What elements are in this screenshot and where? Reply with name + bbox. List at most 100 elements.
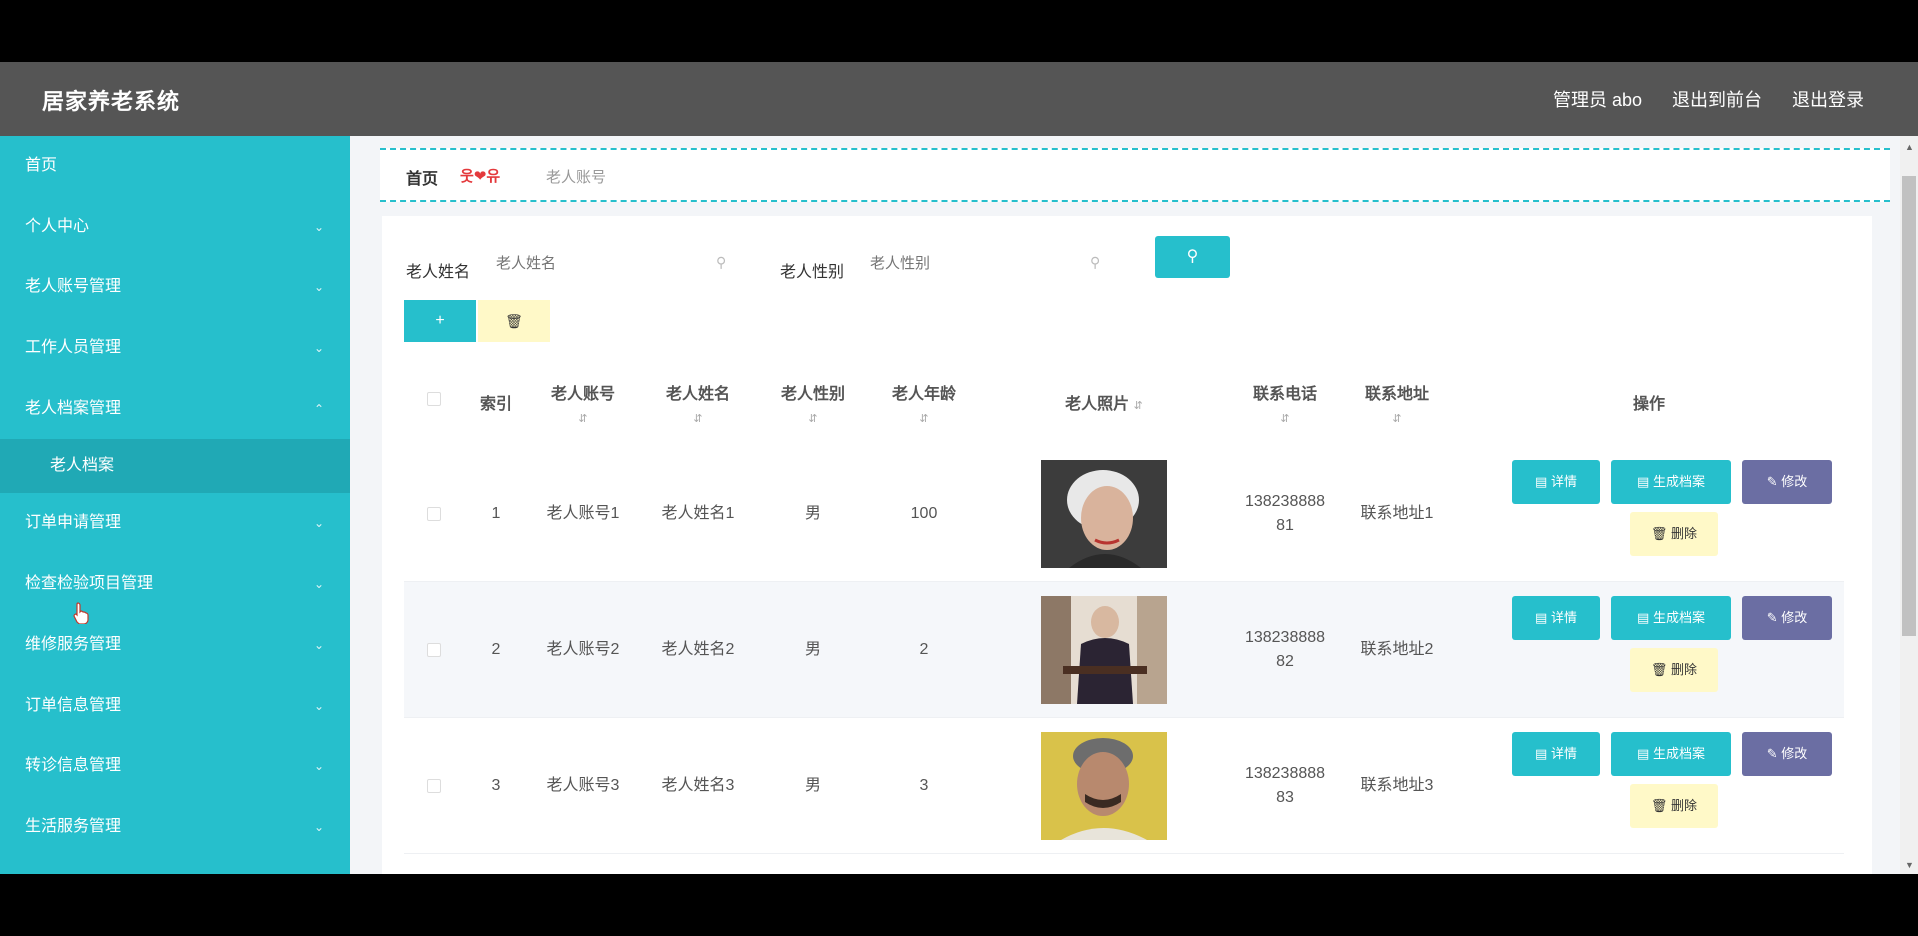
sidebar-item-elder-archive-mgmt[interactable]: 老人档案管理 ⌃: [0, 379, 350, 440]
col-account[interactable]: 老人账号 ⇵: [528, 354, 638, 446]
sidebar-item-inspection[interactable]: 检查检验项目管理 ⌄: [0, 554, 350, 615]
chevron-down-icon: ⌄: [313, 698, 324, 713]
sort-icon: ⇵: [1133, 400, 1143, 412]
detail-button[interactable]: ▤ 详情: [1512, 732, 1600, 776]
cell-age: 100: [910, 505, 938, 522]
cell-address: 联系地址3: [1360, 777, 1434, 794]
cell-account: 老人账号3: [546, 777, 620, 794]
cell-phone: 13823888882: [1244, 629, 1326, 670]
delete-button[interactable]: 🗑 删除: [1630, 512, 1718, 556]
row-checkbox[interactable]: [427, 507, 441, 521]
sidebar-item-home[interactable]: 首页: [0, 136, 350, 197]
generate-archive-button[interactable]: ▤ 生成档案: [1611, 732, 1731, 776]
gender-search-input[interactable]: [852, 238, 1112, 288]
sidebar-item-personal-center[interactable]: 个人中心 ⌄: [0, 197, 350, 258]
table-header: 索引 老人账号 ⇵ 老人姓名 ⇵ 老人性别 ⇵ 老人年龄 ⇵ 老人照片 ⇵ 联系电话 ⇵ …: [404, 354, 1844, 446]
sidebar-item-label: 老人档案: [50, 457, 115, 475]
generate-archive-button[interactable]: ▤ 生成档案: [1611, 596, 1731, 640]
breadcrumb-home[interactable]: 首页: [406, 165, 438, 189]
vertical-scrollbar[interactable]: ▲ ▼: [1900, 136, 1918, 874]
row-select: [414, 582, 454, 718]
breadcrumb-current: 老人账号: [546, 169, 607, 186]
add-button[interactable]: +: [404, 300, 476, 342]
sidebar-item-label: 生活服务管理: [25, 817, 122, 835]
sidebar-item-staff[interactable]: 工作人员管理 ⌄: [0, 318, 350, 379]
cell-address: 联系地址1: [1360, 505, 1434, 522]
search-button[interactable]: ⚲: [1155, 236, 1230, 278]
cell-photo: [980, 718, 1228, 854]
content-panel: 老人姓名 ⚲ 老人性别 ⚲ ⚲ + 🗑 索引 老人账号⇵ 老人姓名⇵ 老人性别⇵: [382, 216, 1872, 874]
sort-icon: ⇵: [693, 413, 703, 425]
elder-photo[interactable]: [1041, 460, 1167, 568]
generate-archive-button[interactable]: ▤ 生成档案: [1611, 460, 1731, 504]
logout-link[interactable]: 退出登录: [1792, 86, 1864, 112]
detail-button[interactable]: ▤ 详情: [1512, 596, 1600, 640]
sidebar-item-label: 工作人员管理: [25, 339, 122, 357]
scrollbar-thumb[interactable]: [1902, 176, 1916, 636]
col-name[interactable]: 老人姓名 ⇵: [640, 354, 756, 446]
col-gender[interactable]: 老人性别 ⇵: [758, 354, 868, 446]
detail-button[interactable]: ▤ 详情: [1512, 460, 1600, 504]
row-checkbox[interactable]: [427, 779, 441, 793]
table-row: 3 老人账号3 老人姓名3 男 3 13823888883 联系地址3 ▤ 详情…: [404, 718, 1844, 854]
edit-button[interactable]: ✎ 修改: [1742, 596, 1832, 640]
chevron-up-icon: ⌃: [313, 401, 324, 416]
sort-icon: ⇵: [578, 413, 588, 425]
search-icon: ⚲: [716, 254, 727, 270]
sidebar-item-label: 老人档案管理: [25, 399, 122, 417]
row-actions: ▤ 详情 ▤ 生成档案 ✎ 修改 🗑 删除: [1497, 732, 1832, 842]
cell-age: 3: [919, 777, 929, 794]
delete-button[interactable]: 🗑 删除: [1630, 784, 1718, 828]
select-all-cell: [414, 354, 454, 446]
edit-button[interactable]: ✎ 修改: [1742, 732, 1832, 776]
gender-search-label: 老人性别: [780, 264, 845, 281]
col-address[interactable]: 联系地址 ⇵: [1342, 354, 1452, 446]
sidebar-item-order-request[interactable]: 订单申请管理 ⌄: [0, 493, 350, 554]
name-search-label: 老人姓名: [406, 264, 471, 281]
trash-icon: 🗑: [505, 313, 523, 329]
sidebar-item-label: 个人中心: [25, 217, 90, 235]
name-search-input[interactable]: [478, 238, 738, 288]
elder-photo[interactable]: [1041, 732, 1167, 840]
sidebar-item-label: 首页: [25, 157, 58, 174]
cell-index: 3: [491, 777, 501, 794]
edit-button[interactable]: ✎ 修改: [1742, 460, 1832, 504]
cell-gender: 男: [804, 641, 821, 658]
elder-photo[interactable]: [1041, 596, 1167, 704]
chevron-down-icon: ⌄: [313, 759, 324, 774]
app-frame: 居家养老系统 管理员 abo 退出到前台 退出登录 首页 个人中心 ⌄ 老人账号管…: [0, 62, 1918, 874]
select-all-checkbox[interactable]: [427, 392, 441, 406]
delete-button[interactable]: 🗑 删除: [1630, 648, 1718, 692]
batch-delete-button[interactable]: 🗑: [478, 300, 550, 342]
plus-icon: +: [435, 312, 445, 329]
hand-cursor-icon: [73, 602, 89, 624]
sidebar-item-elder-account[interactable]: 老人账号管理 ⌄: [0, 257, 350, 318]
sidebar-item-order-info[interactable]: 订单信息管理 ⌄: [0, 676, 350, 737]
col-photo[interactable]: 老人照片 ⇵: [980, 354, 1228, 446]
sidebar-item-label: 检查检验项目管理: [25, 575, 154, 593]
cell-gender: 男: [804, 777, 821, 794]
col-phone[interactable]: 联系电话 ⇵: [1230, 354, 1340, 446]
chevron-down-icon: ⌄: [313, 577, 324, 592]
table-row: 1 老人账号1 老人姓名1 男 100 13823888881 联系地址1 ▤ …: [404, 446, 1844, 582]
scroll-up-icon[interactable]: ▲: [1905, 142, 1914, 152]
sidebar-subitem-elder-archive[interactable]: 老人档案: [0, 439, 350, 494]
admin-user-link[interactable]: 管理员 abo: [1553, 86, 1642, 112]
sidebar: 首页 个人中心 ⌄ 老人账号管理 ⌄ 工作人员管理 ⌄ 老人档案管理 ⌃ 老人档案 订单…: [0, 136, 350, 874]
cell-gender: 男: [804, 505, 821, 522]
scroll-down-icon[interactable]: ▼: [1905, 860, 1914, 870]
sidebar-item-label: 订单信息管理: [25, 696, 122, 714]
row-checkbox[interactable]: [427, 643, 441, 657]
cell-account: 老人账号1: [546, 505, 620, 522]
exit-to-front-link[interactable]: 退出到前台: [1672, 86, 1762, 112]
sort-icon: ⇵: [808, 413, 818, 425]
cell-phone: 13823888883: [1244, 765, 1326, 806]
sidebar-item-referral[interactable]: 转诊信息管理 ⌄: [0, 736, 350, 797]
col-age[interactable]: 老人年龄 ⇵: [870, 354, 978, 446]
top-bar: 居家养老系统 管理员 abo 退出到前台 退出登录: [0, 62, 1918, 136]
sidebar-item-life-service[interactable]: 生活服务管理 ⌄: [0, 797, 350, 858]
elder-table: 索引 老人账号 ⇵ 老人姓名 ⇵ 老人性别 ⇵ 老人年龄 ⇵ 老人照片 ⇵ 联系电话 ⇵ …: [404, 354, 1844, 854]
sidebar-item-repair[interactable]: 维修服务管理 ⌄: [0, 615, 350, 676]
chevron-down-icon: ⌄: [313, 819, 324, 834]
cell-photo: [980, 446, 1228, 582]
